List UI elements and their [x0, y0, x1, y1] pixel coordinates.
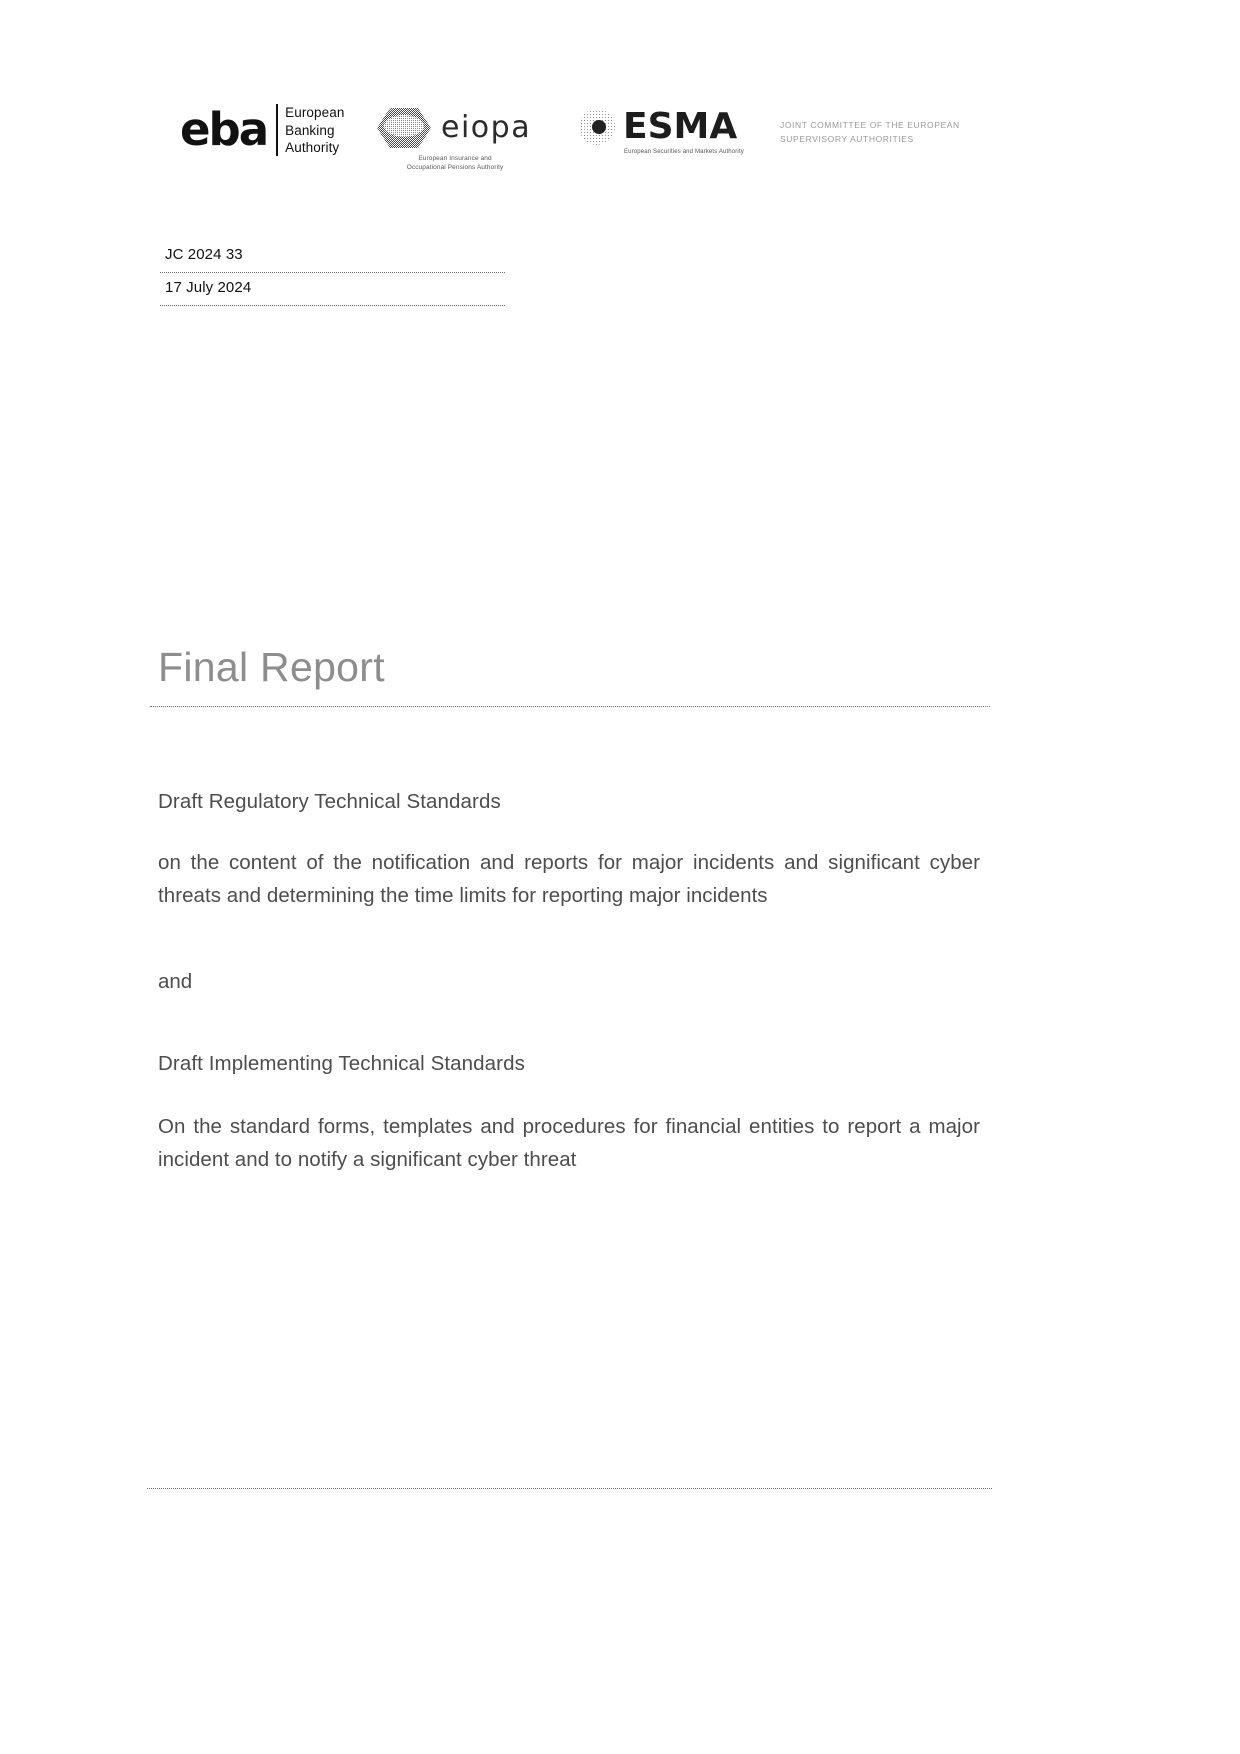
eba-wordmark: eba: [180, 102, 269, 156]
eiopa-hexagon-icon: [375, 106, 433, 150]
page-title: Final Report: [158, 644, 385, 690]
document-date: 17 July 2024: [165, 279, 252, 296]
esma-circle-icon: [578, 108, 616, 146]
conjunction-and: and: [158, 970, 193, 994]
esma-logo: ESMA European Securities and Markets Aut…: [578, 108, 744, 155]
eiopa-logo-row: eiopa: [375, 106, 531, 150]
heading-its: Draft Implementing Technical Standards: [158, 1052, 525, 1076]
logo-bar: eba European Banking Authority eiopa Eur…: [160, 96, 1120, 176]
eiopa-caption: European Insurance and Occupational Pens…: [379, 155, 531, 173]
footer-rule: [147, 1488, 992, 1489]
eba-name-block: European Banking Authority: [285, 104, 344, 157]
eiopa-caption-line-2: Occupational Pensions Authority: [406, 163, 504, 171]
esma-caption: European Securities and Markets Authorit…: [624, 149, 744, 155]
joint-committee-line-2: Supervisory Authorities: [780, 134, 914, 145]
eba-name-line-3: Authority: [285, 140, 340, 156]
reference-block: JC 2024 33 17 July 2024: [160, 240, 505, 306]
body-content: Draft Regulatory Technical Standards on …: [158, 788, 980, 1176]
eiopa-logo: eiopa European Insurance and Occupationa…: [375, 106, 531, 173]
heading-rts: Draft Regulatory Technical Standards: [158, 790, 501, 813]
document-page: eba European Banking Authority eiopa Eur…: [0, 0, 1240, 1754]
eba-logo: eba European Banking Authority: [180, 104, 344, 157]
eba-divider: [276, 104, 279, 157]
title-block: Final Report: [150, 644, 990, 708]
paragraph-rts: on the content of the notification and r…: [158, 850, 980, 907]
joint-committee-line-1: Joint Committee of the European: [780, 120, 960, 130]
esma-wordmark: ESMA: [623, 106, 738, 147]
joint-committee-text: Joint Committee of the European Supervis…: [780, 118, 1030, 146]
title-rule: [150, 706, 990, 708]
eba-name-line-1: European: [285, 105, 345, 120]
reference-rule-2: [160, 305, 505, 306]
paragraph-its: On the standard forms, templates and pro…: [158, 1114, 980, 1171]
esma-logo-row: ESMA: [578, 108, 744, 146]
eiopa-wordmark: eiopa: [441, 110, 532, 145]
document-number: JC 2024 33: [165, 246, 243, 263]
eba-name-line-2: Banking: [285, 122, 335, 138]
eiopa-caption-line-1: European Insurance and: [418, 155, 492, 162]
